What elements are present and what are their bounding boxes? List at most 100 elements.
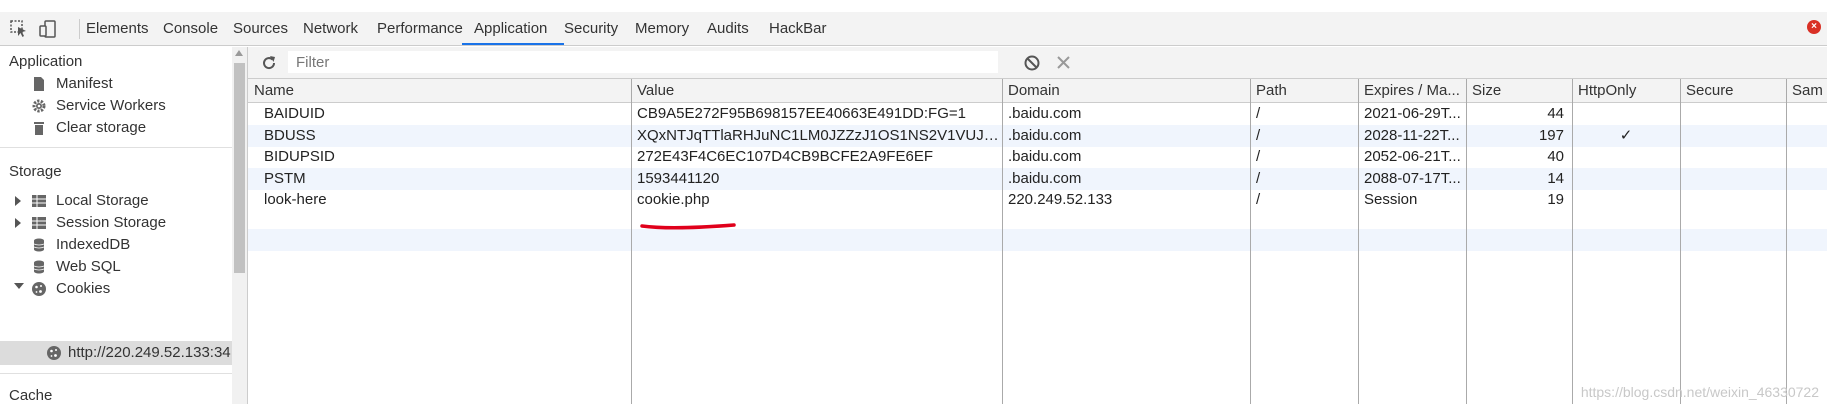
grid-storage-icon [32,217,46,229]
column-divider [1358,79,1359,404]
cell-value: 1593441120 [637,169,720,187]
cell-name: look-here [264,191,327,208]
cell-path: / [1256,105,1261,122]
cell-path: / [1256,126,1261,144]
cell-domain: .baidu.com [1008,148,1082,165]
cell-size: 14 [1547,169,1564,187]
column-header-domain[interactable]: Domain [1002,79,1250,103]
cell-expires: 2021-06-29T... [1364,105,1461,122]
column-header-expires[interactable]: Expires / Ma... [1358,79,1466,103]
cell-size: 44 [1547,105,1564,122]
table-row[interactable]: BDUSS XQxNTJqTTlaRHJuNC1LM0JZZzJ1OS1NS2V1… [248,124,1827,147]
tab-elements[interactable]: Elements [74,12,161,45]
cell-expires: 2052-06-21T... [1364,148,1461,165]
cell-value: 272E43F4C6EC107D4CB9BCFE2A9FE6EF [637,148,933,165]
database-icon [33,238,45,252]
cell-value: cookie.php [637,191,710,208]
table-row-empty [248,229,1827,251]
column-header-value[interactable]: Value [631,79,1002,103]
expand-arrow-icon[interactable] [15,218,21,228]
sidebar-item-cookies[interactable]: Cookies [56,278,110,300]
cell-expires: 2088-07-17T... [1364,169,1461,187]
devtools-tab-bar: Elements Console Sources Network Performance… [0,12,1827,46]
cell-expires: Session [1364,191,1418,208]
cookies-toolbar [248,47,1827,79]
device-toolbar-icon[interactable] [38,19,58,39]
sidebar-item-service-workers[interactable]: Service Workers [56,95,166,117]
table-row[interactable]: look-here cookie.php 220.249.52.133 / Sessio… [248,189,1827,211]
cookie-icon [32,282,46,296]
trash-icon [34,122,44,135]
sidebar-item-cookie-origin[interactable]: http://220.249.52.133:34 [68,342,232,364]
column-divider [1786,79,1787,404]
cell-secure [1680,168,1786,190]
cell-size: 40 [1547,148,1564,165]
cell-domain: 220.249.52.133 [1008,191,1113,208]
column-header-samesite[interactable]: Sam [1786,79,1827,103]
cell-name: BAIDUID [264,105,325,122]
table-row[interactable]: BIDUPSID 272E43F4C6EC107D4CB9BCFE2A9FE6EF… [248,146,1827,168]
cell-httponly [1572,189,1680,211]
cell-name: BIDUPSID [264,148,335,165]
sidebar-item-local-storage[interactable]: Local Storage [56,190,149,212]
table-header: Name Value Domain Path Expires / Ma... S… [248,79,1827,103]
tab-hackbar[interactable]: HackBar [757,12,837,45]
section-title-cache: Cache [9,387,53,404]
cookies-table: Name Value Domain Path Expires / Ma... S… [248,79,1827,404]
cell-path: / [1256,148,1261,165]
column-divider [1250,79,1251,404]
cell-path: / [1256,169,1261,187]
table-row[interactable]: PSTM 1593441120 .baidu.com / 2088-07-17T... 1… [248,167,1827,190]
clear-all-icon[interactable] [1023,54,1041,72]
cell-httponly [1572,146,1680,168]
refresh-icon[interactable] [260,54,278,72]
sidebar-item-web-sql[interactable]: Web SQL [56,256,121,278]
scrollbar-thumb[interactable] [234,63,245,273]
column-header-path[interactable]: Path [1250,79,1358,103]
column-divider [1002,79,1003,404]
expand-arrow-icon[interactable] [15,196,21,206]
collapse-arrow-icon[interactable] [14,283,24,289]
column-divider [631,79,632,404]
column-header-secure[interactable]: Secure [1680,79,1786,103]
scroll-up-arrow-icon[interactable] [235,50,243,56]
red-underline-annotation [640,223,736,230]
sidebar-scrollbar[interactable] [232,47,247,404]
cell-httponly: ✓ [1619,126,1633,144]
cell-secure [1680,189,1786,211]
filter-input[interactable] [288,51,998,73]
delete-selected-icon[interactable] [1056,55,1071,70]
cell-path: / [1256,191,1261,208]
manifest-icon [34,77,44,91]
cell-value: CB9A5E272F95B698157EE40663E491DD:FG=1 [637,105,966,122]
section-divider [0,147,232,148]
table-row[interactable]: BAIDUID CB9A5E272F95B698157EE40663E491DD:… [248,103,1827,125]
cell-domain: .baidu.com [1008,105,1082,122]
cell-domain: .baidu.com [1008,126,1082,144]
grid-storage-icon [32,195,46,207]
watermark-text: https://blog.csdn.net/weixin_46330722 [1580,384,1819,400]
application-sidebar: Application Manifest Service Workers Cle… [0,47,248,404]
sidebar-item-indexeddb[interactable]: IndexedDB [56,234,130,256]
tab-performance[interactable]: Performance [365,12,474,45]
sidebar-item-manifest[interactable]: Manifest [56,73,113,95]
column-divider [1572,79,1573,404]
tab-application[interactable]: Application [462,12,564,45]
section-divider [0,373,232,374]
cell-size: 19 [1547,191,1564,208]
cell-domain: .baidu.com [1008,169,1082,187]
sidebar-item-session-storage[interactable]: Session Storage [56,212,166,234]
column-divider [1466,79,1467,404]
gear-icon [32,99,46,113]
error-close-icon[interactable]: × [1807,20,1821,34]
column-header-httponly[interactable]: HttpOnly [1572,79,1680,103]
sidebar-item-clear-storage[interactable]: Clear storage [56,117,146,139]
cell-name: BDUSS [264,126,316,144]
cell-secure [1680,125,1786,147]
inspect-element-icon[interactable] [9,19,29,39]
column-header-size[interactable]: Size [1466,79,1572,103]
cell-name: PSTM [264,169,306,187]
section-title-storage: Storage [9,163,62,180]
column-header-name[interactable]: Name [248,79,631,103]
section-title-application: Application [9,53,83,70]
